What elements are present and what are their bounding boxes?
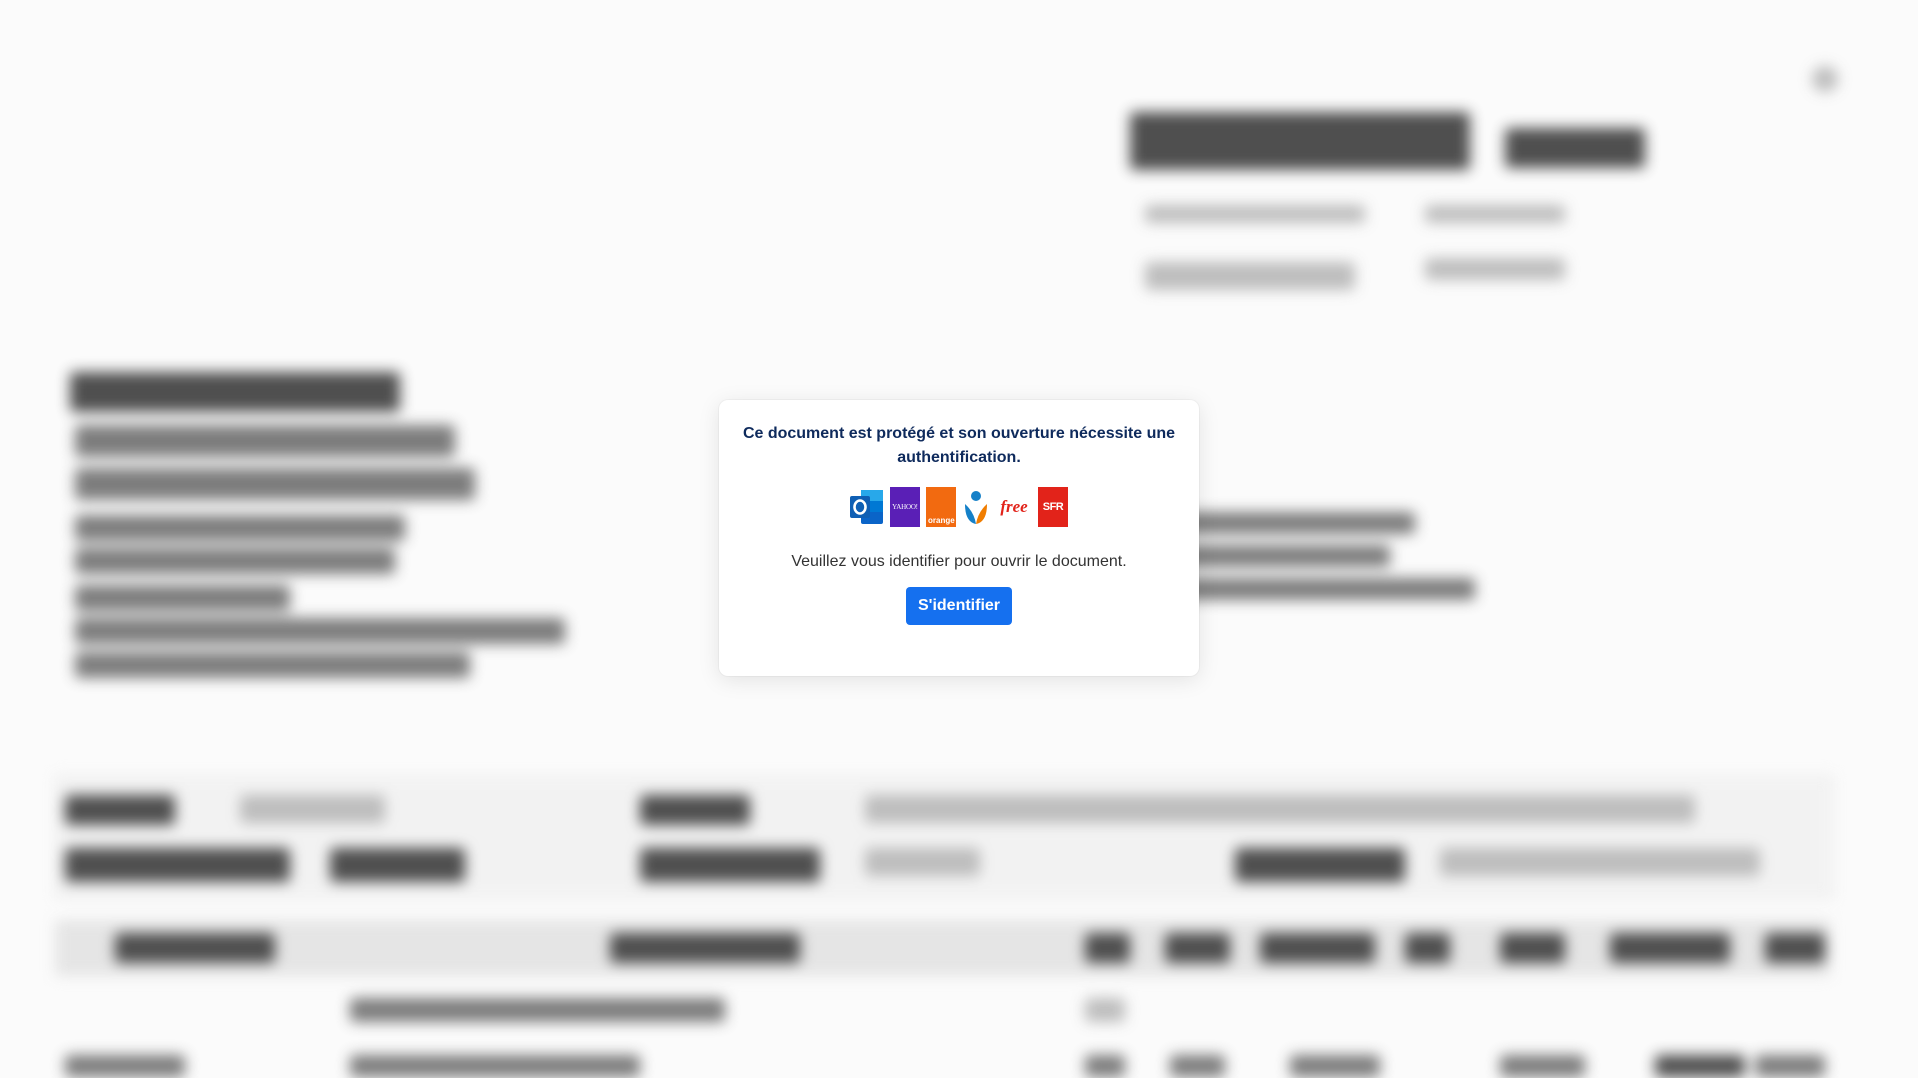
orange-label: orange — [928, 516, 955, 525]
free-label: free — [1000, 497, 1028, 516]
blurred-address-line — [75, 468, 475, 500]
blurred-field — [865, 848, 980, 876]
blurred-field — [330, 848, 465, 882]
bouygues-logo — [962, 487, 990, 527]
outlook-logo — [850, 487, 884, 527]
blurred-client-line — [1175, 545, 1390, 567]
blurred-vehicle-panel — [55, 775, 1834, 899]
blurred-title — [1130, 112, 1470, 170]
blurred-field — [1440, 848, 1760, 876]
blurred-field — [640, 848, 820, 882]
blurred-client-line — [1175, 512, 1415, 534]
login-instruction: Veuillez vous identifier pour ouvrir le … — [791, 553, 1127, 570]
blurred-field — [865, 795, 1695, 823]
blurred-column — [1260, 933, 1375, 963]
login-button[interactable]: S'identifier — [905, 587, 1013, 625]
blurred-column — [1165, 933, 1230, 963]
blurred-column — [1085, 933, 1130, 963]
blurred-client-line — [1175, 578, 1475, 600]
yahoo-logo: YAHOO! — [890, 487, 920, 527]
sfr-logo: SFR — [1038, 487, 1068, 527]
blurred-meta-line — [1145, 262, 1355, 290]
free-logo: free — [996, 487, 1032, 527]
blurred-column — [115, 933, 275, 963]
blurred-contact-line — [75, 652, 470, 678]
blurred-field — [240, 795, 385, 823]
yahoo-label: YAHOO! — [892, 503, 918, 511]
blurred-column — [1500, 933, 1565, 963]
outlook-icon — [850, 490, 883, 524]
blurred-close-icon — [1812, 66, 1838, 92]
blurred-row-text — [1290, 1055, 1380, 1077]
blurred-meta-line — [1145, 205, 1365, 223]
protection-message: Ce document est protégé et son ouverture… — [742, 425, 1176, 466]
sfr-label: SFR — [1042, 501, 1064, 513]
blurred-contact-line — [75, 548, 395, 574]
blurred-row-text — [1085, 998, 1125, 1022]
blurred-row-text — [1655, 1055, 1745, 1077]
blurred-column — [610, 933, 800, 963]
authentication-modal: Ce document est protégé et son ouverture… — [719, 400, 1199, 676]
email-provider-logos: YAHOO! orange free SFR — [739, 486, 1179, 528]
blurred-row-text — [350, 1055, 640, 1077]
blurred-meta-line — [1425, 205, 1565, 223]
blurred-contact-line — [75, 585, 290, 611]
blurred-field — [640, 795, 750, 825]
blurred-company-name — [70, 372, 400, 412]
blurred-meta-line — [1425, 258, 1565, 280]
blurred-row-text — [65, 1055, 185, 1077]
blurred-row-text — [1170, 1055, 1225, 1077]
blurred-contact-line — [75, 618, 565, 644]
blurred-row-text — [350, 998, 725, 1022]
bouygues-icon — [965, 491, 987, 524]
blurred-row-text — [1500, 1055, 1585, 1077]
blurred-contact-line — [75, 515, 405, 541]
blurred-field — [1235, 848, 1405, 882]
blurred-row-text — [1085, 1055, 1125, 1077]
page: Ce document est protégé et son ouverture… — [0, 0, 1918, 1078]
blurred-column — [1405, 933, 1450, 963]
blurred-invoice-number — [1505, 128, 1645, 168]
orange-logo: orange — [926, 487, 956, 527]
blurred-field — [65, 795, 175, 825]
blurred-field — [65, 848, 290, 882]
blurred-address-line — [75, 425, 455, 457]
blurred-row-text — [1755, 1055, 1825, 1077]
blurred-column — [1610, 933, 1730, 963]
blurred-column — [1765, 933, 1825, 963]
